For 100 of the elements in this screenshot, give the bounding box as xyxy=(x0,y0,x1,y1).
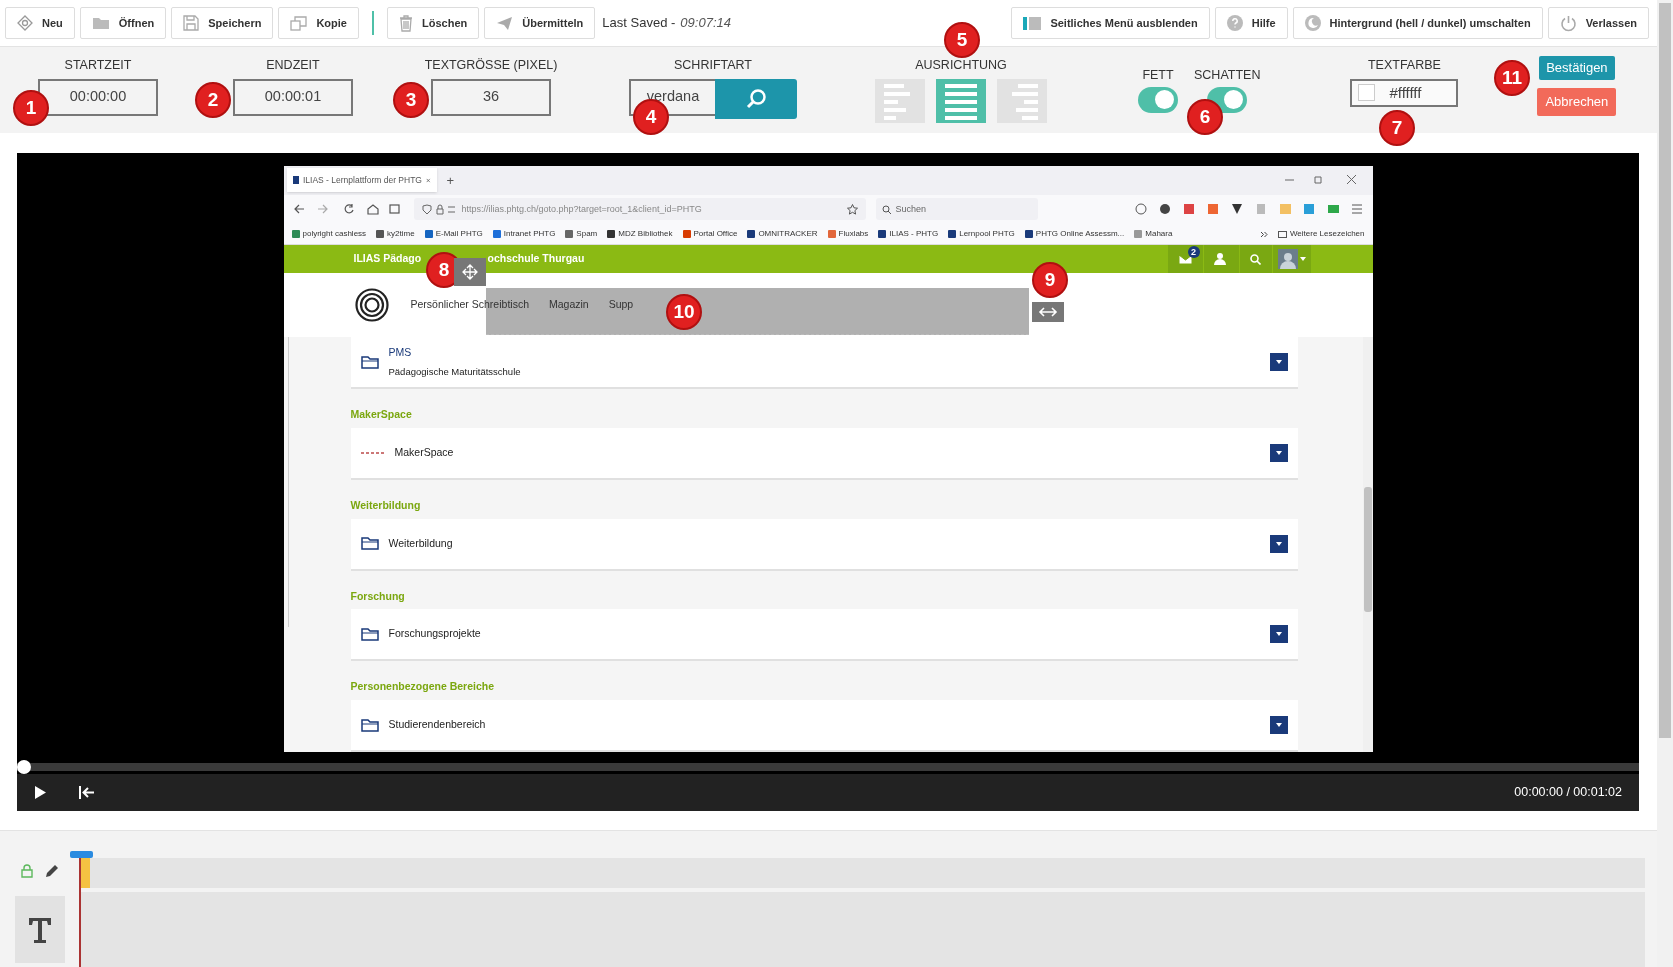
avatar-icon xyxy=(1277,249,1298,270)
field-label: ENDZEIT xyxy=(266,57,320,74)
bookmark-link[interactable]: ky2time xyxy=(376,228,415,241)
sidebar-icon xyxy=(1023,16,1042,30)
item-title[interactable]: Studierendenbereich xyxy=(388,717,486,733)
toolbar-button[interactable]: Öffnen xyxy=(79,7,167,39)
dropdown-button[interactable] xyxy=(1269,716,1288,734)
toolbar-button[interactable]: Seitliches Menü ausblenden xyxy=(1011,7,1210,39)
toolbar-button[interactable]: Übermitteln xyxy=(484,7,596,39)
time-field[interactable]: 36 xyxy=(431,78,551,116)
power-icon xyxy=(1559,14,1577,32)
trash-icon xyxy=(399,14,413,32)
list-item[interactable]: Forschungsprojekte xyxy=(350,609,1298,662)
bookmark-link[interactable]: Fluxlabs xyxy=(827,228,869,241)
align-justify-button[interactable] xyxy=(936,78,986,123)
section-heading: Weiterbildung xyxy=(350,497,422,513)
nav-link[interactable]: Magazin xyxy=(548,297,589,313)
browser-tab[interactable]: ILIAS - Lernplattform der PHTG xyxy=(286,168,437,193)
menu-icon[interactable] xyxy=(1350,203,1363,216)
bookmark-folder[interactable]: Weitere Lesezeichen xyxy=(1277,228,1365,241)
confirm-button[interactable]: Bestätigen xyxy=(1539,56,1615,80)
bookmark-link[interactable]: OMNITRACKER xyxy=(747,228,818,241)
field-label: SCHRIFTART xyxy=(674,57,752,74)
item-title[interactable]: Forschungsprojekte xyxy=(388,626,481,643)
mail-button[interactable]: 2 xyxy=(1167,245,1203,274)
resize-handle[interactable] xyxy=(1031,302,1064,322)
text-track-tile[interactable] xyxy=(15,896,65,963)
bookmark-link[interactable]: E-Mail PHTG xyxy=(424,228,483,241)
user-button[interactable] xyxy=(1203,245,1239,274)
search-button[interactable] xyxy=(715,78,797,119)
star-icon[interactable] xyxy=(846,203,858,215)
toolbar-button[interactable]: Hintergrund (hell / dunkel) umschalten xyxy=(1292,7,1543,39)
last-saved-time: 09:07:14 xyxy=(680,14,731,33)
dropdown-button[interactable] xyxy=(1269,353,1288,371)
toolbar-button[interactable]: Speichern xyxy=(171,7,274,39)
item-title[interactable]: PMS xyxy=(388,345,521,361)
tab-title: ILIAS - Lernplattform der PHTG xyxy=(302,174,422,187)
account-icon[interactable] xyxy=(1158,203,1171,216)
last-saved-label: Last Saved - xyxy=(602,14,676,33)
page-scrollbar[interactable] xyxy=(1657,0,1673,967)
toolbar-button[interactable]: Kopie xyxy=(278,7,359,39)
avatar-button[interactable] xyxy=(1272,245,1311,274)
play-icon[interactable] xyxy=(34,786,46,799)
list-item[interactable]: Weiterbildung xyxy=(350,518,1298,571)
caret-icon xyxy=(1275,541,1282,546)
favicon-icon xyxy=(292,176,299,185)
item-title[interactable]: MakerSpace xyxy=(394,444,454,461)
pencil-icon[interactable] xyxy=(45,864,59,878)
bookmark-link[interactable]: Intranet PHTG xyxy=(492,228,556,241)
dropdown-button[interactable] xyxy=(1269,534,1288,553)
close-icon[interactable] xyxy=(426,177,431,184)
caret-icon xyxy=(1299,257,1306,262)
list-item[interactable]: Studierendenbereich xyxy=(350,700,1298,752)
field-label: SCHATTEN xyxy=(1194,67,1261,84)
new-tab-button[interactable]: + xyxy=(446,170,455,191)
list-item[interactable]: PMS Pädagogische Maturitätsschule xyxy=(350,337,1298,389)
toolbar-button[interactable]: Verlassen xyxy=(1547,7,1649,39)
section-heading: Forschung xyxy=(350,588,406,604)
caret-icon xyxy=(1275,723,1282,727)
bookmark-link[interactable]: Mahara xyxy=(1134,228,1173,241)
search-icon xyxy=(1250,253,1261,265)
color-field[interactable]: #ffffff xyxy=(1350,78,1459,107)
chevron-icon[interactable] xyxy=(1259,230,1268,238)
field-label: TEXTFARBE xyxy=(1367,57,1441,74)
toolbar-button[interactable]: Neu xyxy=(5,7,75,39)
help-icon xyxy=(1226,15,1243,31)
skip-back-icon[interactable] xyxy=(79,786,95,799)
list-item[interactable]: MakerSpace xyxy=(350,427,1298,480)
bookmark-link[interactable]: polyright cashless xyxy=(291,228,367,241)
toolbar-button[interactable]: Hilfe xyxy=(1214,7,1288,39)
dropdown-button[interactable] xyxy=(1269,625,1288,644)
search-icon xyxy=(881,204,891,214)
playhead[interactable] xyxy=(70,851,93,858)
bookmark-link[interactable]: ILIAS - PHTG xyxy=(878,228,939,241)
mail-count-badge: 2 xyxy=(1187,246,1200,259)
bookmark-link[interactable]: PHTG Online Assessm... xyxy=(1024,228,1125,241)
lock-icon[interactable] xyxy=(21,864,33,878)
nav-link[interactable]: Supp xyxy=(608,297,634,313)
toolbar-button[interactable]: Löschen xyxy=(387,7,480,39)
item-subtitle: Pädagogische Maturitätsschule xyxy=(388,364,521,379)
dropdown-button[interactable] xyxy=(1269,443,1288,462)
text-clip[interactable] xyxy=(80,858,90,888)
scrollbar[interactable] xyxy=(1362,337,1373,752)
bookmark-link[interactable]: Lernpool PHTG xyxy=(948,228,1015,241)
search-button[interactable] xyxy=(1239,245,1272,274)
search-icon xyxy=(745,87,767,110)
progress-thumb[interactable] xyxy=(17,760,31,774)
move-handle[interactable] xyxy=(453,258,486,286)
moon-icon xyxy=(1304,15,1321,31)
extension-icon[interactable] xyxy=(1230,203,1243,216)
bookmark-link[interactable]: Portal Office xyxy=(682,228,738,241)
item-title[interactable]: Weiterbildung xyxy=(388,535,453,552)
toggle-switch[interactable] xyxy=(1138,86,1178,113)
caret-icon xyxy=(1275,450,1282,455)
shield-lock-icon xyxy=(421,203,456,215)
time-field[interactable]: 00:00:01 xyxy=(233,78,353,116)
bookmark-link[interactable]: MDZ Bibliothek xyxy=(607,228,673,241)
progress-slider[interactable] xyxy=(17,760,1639,774)
bookmark-link[interactable]: Spam xyxy=(565,228,598,241)
search-field[interactable]: Suchen xyxy=(875,198,1038,221)
